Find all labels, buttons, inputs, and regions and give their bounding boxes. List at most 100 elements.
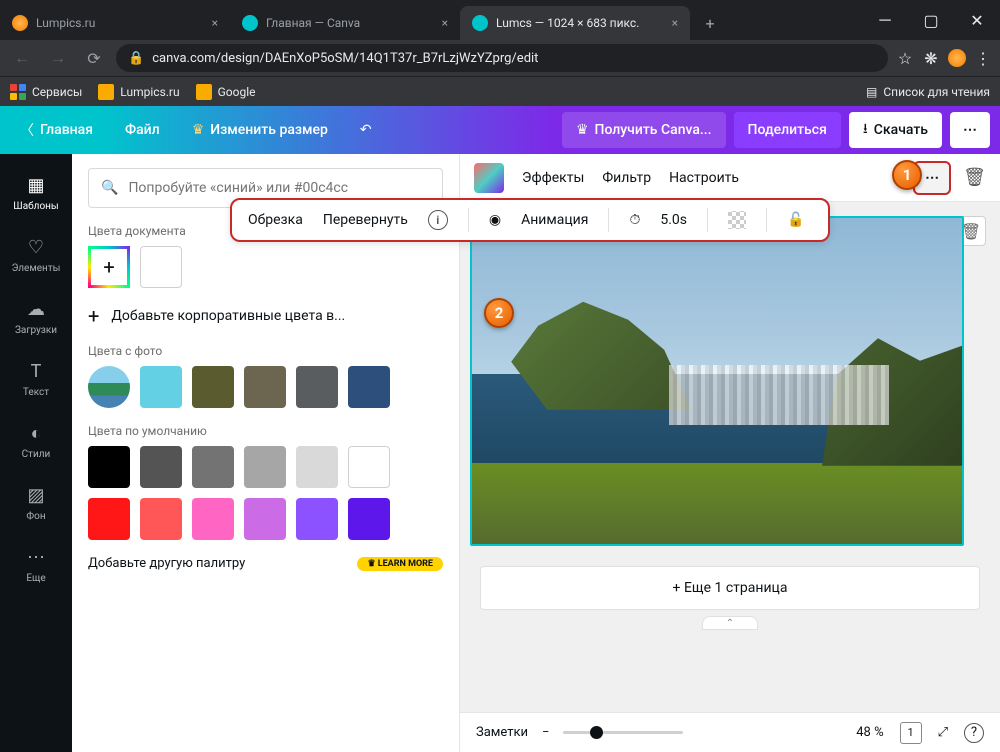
color-swatch[interactable] <box>348 366 390 408</box>
fullscreen-button[interactable]: ⤢ <box>938 725 948 740</box>
home-button[interactable]: 〈Главная <box>10 114 103 146</box>
reading-list-button[interactable]: ▤ Список для чтения <box>866 85 990 99</box>
rail-more[interactable]: ⋯Еще <box>0 534 72 596</box>
color-swatch[interactable] <box>140 498 182 540</box>
side-panel: 🔍 Попробуйте «синий» или #00c4cc Цвета д… <box>72 154 460 752</box>
menu-icon[interactable]: ⋮ <box>974 49 992 67</box>
color-swatch[interactable] <box>348 446 390 488</box>
palette-icon: ◐ <box>25 423 47 445</box>
color-swatch[interactable] <box>244 446 286 488</box>
color-swatch[interactable] <box>88 446 130 488</box>
bookmark-label: Lumpics.ru <box>120 85 179 99</box>
canvas-image[interactable] <box>470 216 964 546</box>
delete-button[interactable]: 🗑 <box>963 167 986 188</box>
rail-text[interactable]: TТекст <box>0 348 72 410</box>
extension-icon[interactable]: ❋ <box>922 49 940 67</box>
filter-button[interactable]: Фильтр <box>602 170 651 186</box>
info-icon[interactable]: i <box>428 210 448 230</box>
crown-icon: ♛ <box>576 122 589 138</box>
close-window-button[interactable]: ✕ <box>954 0 1000 40</box>
bookmarks-bar: Сервисы Lumpics.ru Google ▤ Список для ч… <box>0 76 1000 106</box>
page-indicator[interactable]: 1 <box>900 722 922 744</box>
notes-button[interactable]: Заметки <box>476 725 528 740</box>
get-pro-button[interactable]: ♛ Получить Canva... <box>562 112 726 148</box>
color-swatch[interactable] <box>348 498 390 540</box>
rail-uploads[interactable]: ☁Загрузки <box>0 286 72 348</box>
color-picker-button[interactable] <box>474 163 504 193</box>
color-swatch[interactable] <box>192 498 234 540</box>
browser-tab-0[interactable]: Lumpics.ru × <box>0 6 230 40</box>
transparency-icon[interactable] <box>728 211 746 229</box>
color-swatch[interactable] <box>296 366 338 408</box>
maximize-button[interactable]: ▢ <box>908 0 954 40</box>
rail-background[interactable]: ▨Фон <box>0 472 72 534</box>
new-tab-button[interactable]: + <box>696 9 724 37</box>
canvas-area: Эффекты Фильтр Настроить ⋯ 🗑 1 Обрезка П… <box>460 154 1000 752</box>
profile-avatar[interactable] <box>948 49 966 67</box>
color-swatch[interactable] <box>244 366 286 408</box>
file-menu[interactable]: Файл <box>115 116 170 144</box>
close-icon[interactable]: × <box>432 16 448 30</box>
adjust-button[interactable]: Настроить <box>669 170 739 186</box>
color-swatch[interactable] <box>140 446 182 488</box>
flip-button[interactable]: Перевернуть <box>323 212 408 228</box>
color-swatch[interactable] <box>88 366 130 408</box>
animation-button[interactable]: Анимация <box>521 212 588 228</box>
color-swatch[interactable] <box>192 446 234 488</box>
back-button[interactable]: ← <box>8 44 36 72</box>
color-swatch[interactable] <box>140 246 182 288</box>
add-palette-label[interactable]: Добавьте другую палитру <box>88 556 245 571</box>
rail-elements[interactable]: ♡Элементы <box>0 224 72 286</box>
close-icon[interactable]: × <box>202 16 218 30</box>
favicon-icon <box>472 15 488 31</box>
favicon-icon <box>12 15 28 31</box>
apps-shortcut[interactable]: Сервисы <box>10 84 82 100</box>
add-corporate-colors[interactable]: + Добавьте корпоративные цвета в... <box>88 304 443 328</box>
zoom-value[interactable]: 48 % <box>856 725 883 740</box>
label: Получить Canva... <box>595 122 712 138</box>
chevron-left-icon: 〈 <box>20 120 34 140</box>
reload-button[interactable]: ⟳ <box>80 44 108 72</box>
url-input[interactable]: 🔒 canva.com/design/DAEnXoP5oSM/14Q1T37r_… <box>116 44 888 72</box>
star-icon[interactable]: ☆ <box>896 49 914 67</box>
undo-button[interactable]: ↶ <box>350 116 382 144</box>
color-swatch[interactable] <box>244 498 286 540</box>
list-icon: ▤ <box>866 85 877 99</box>
help-button[interactable]: ? <box>964 723 984 743</box>
zoom-slider[interactable] <box>563 731 683 734</box>
close-icon[interactable]: × <box>662 16 678 30</box>
effects-button[interactable]: Эффекты <box>522 170 584 186</box>
bookmark-lumpics[interactable]: Lumpics.ru <box>98 84 179 100</box>
favicon-icon <box>242 15 258 31</box>
duration-button[interactable]: 5.0s <box>660 212 687 228</box>
color-swatch[interactable] <box>192 366 234 408</box>
color-swatch[interactable] <box>296 498 338 540</box>
expand-pages-button[interactable]: ⌃ <box>702 616 758 630</box>
color-swatch[interactable] <box>88 498 130 540</box>
bookmark-google[interactable]: Google <box>196 84 256 100</box>
forward-button[interactable]: → <box>44 44 72 72</box>
download-button[interactable]: ⭳Скачать <box>849 112 942 148</box>
resize-button[interactable]: ♛Изменить размер <box>182 116 338 144</box>
more-button[interactable]: ⋯ <box>950 112 990 148</box>
bookmark-label: Сервисы <box>32 85 82 99</box>
crop-button[interactable]: Обрезка <box>248 212 303 228</box>
undo-icon: ↶ <box>360 122 372 138</box>
share-button[interactable]: Поделиться <box>734 112 841 148</box>
color-swatch[interactable] <box>296 446 338 488</box>
learn-more-badge[interactable]: ♛ LEARN MORE <box>357 557 443 571</box>
left-rail: ▦Шаблоны ♡Элементы ☁Загрузки TТекст ◐ Сти… <box>0 154 72 752</box>
browser-tab-2[interactable]: Lumcs — 1024 × 683 пикс. × <box>460 6 690 40</box>
rail-templates[interactable]: ▦Шаблоны <box>0 162 72 224</box>
browser-tab-1[interactable]: Главная — Canva × <box>230 6 460 40</box>
minimize-button[interactable]: ─ <box>862 0 908 40</box>
label: Стили <box>22 449 51 460</box>
add-page-button[interactable]: + Еще 1 страница <box>480 566 980 610</box>
lock-icon[interactable]: 🔓 <box>787 212 804 228</box>
rail-styles[interactable]: ◐ Стили <box>0 410 72 472</box>
tab-title: Главная — Canva <box>266 16 360 30</box>
zoom-out-icon[interactable]: − <box>542 725 549 740</box>
color-swatch[interactable] <box>140 366 182 408</box>
add-color-button[interactable]: + <box>88 246 130 288</box>
label: Поделиться <box>748 122 827 138</box>
